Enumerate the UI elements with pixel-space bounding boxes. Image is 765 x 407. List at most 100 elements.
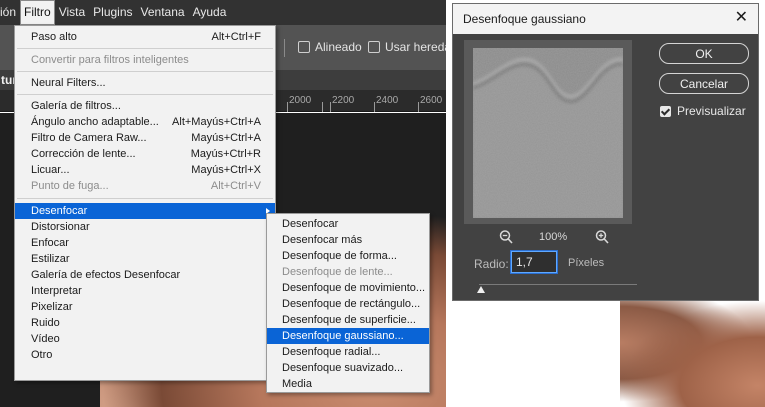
submenu-item-desenfocar[interactable]: Desenfocar	[267, 216, 429, 232]
menu-item-label: Ángulo ancho adaptable...	[31, 116, 159, 128]
menu-item-label: Neural Filters...	[31, 77, 106, 89]
menu-item-label: Desenfoque de forma...	[282, 250, 397, 262]
menu-item-label: Otro	[31, 349, 53, 361]
menu-vista[interactable]: Vista	[55, 0, 89, 25]
menu-bar: ión Filtro Vista Plugins Ventana Ayuda	[0, 0, 446, 25]
menu-item-label: Paso alto	[31, 31, 77, 43]
radius-slider-thumb[interactable]	[476, 286, 485, 293]
submenu-item-desenfoque-suavizado[interactable]: Desenfoque suavizado...	[267, 360, 429, 376]
menu-item-shortcut: Mayús+Ctrl+A	[191, 132, 261, 144]
preview-checkbox[interactable]: Previsualizar	[660, 104, 746, 118]
close-icon[interactable]: ✕	[735, 10, 748, 26]
submenu-item-desenfoque-forma[interactable]: Desenfoque de forma...	[267, 248, 429, 264]
menu-item-label: Distorsionar	[31, 221, 90, 233]
aligned-checkbox[interactable]: Alineado	[298, 40, 362, 54]
menu-item-desenfocar[interactable]: Desenfocar	[15, 203, 275, 219]
menu-item-camera-raw[interactable]: Filtro de Camera Raw... Mayús+Ctrl+A	[15, 130, 275, 146]
menu-item-label: Vídeo	[31, 333, 60, 345]
menu-item-paso-alto[interactable]: Paso alto Alt+Ctrl+F	[15, 29, 275, 45]
menu-item-interpretar[interactable]: Interpretar	[15, 283, 275, 299]
ruler-label: 2400	[376, 95, 399, 106]
ruler-tick	[330, 102, 331, 112]
ruler-tick	[418, 102, 419, 112]
gaussian-blur-dialog: Desenfoque gaussiano ✕ 100% Radio: 1,7 P…	[452, 3, 759, 301]
menu-item-label: Enfocar	[31, 237, 69, 249]
menu-item-pixelizar[interactable]: Pixelizar	[15, 299, 275, 315]
submenu-item-desenfoque-superficie[interactable]: Desenfoque de superficie...	[267, 312, 429, 328]
menu-ventana[interactable]: Ventana	[137, 0, 189, 25]
preview-texture	[473, 48, 623, 218]
menu-item-otro[interactable]: Otro	[15, 347, 275, 363]
radius-input[interactable]	[510, 250, 558, 274]
submenu-item-desenfoque-rectangulo[interactable]: Desenfoque de rectángulo...	[267, 296, 429, 312]
aligned-label: Alineado	[315, 40, 362, 54]
menu-edicion[interactable]: ión	[0, 0, 20, 25]
checkbox-box	[298, 41, 310, 53]
sample-layers-checkbox[interactable]: Usar hereda	[368, 40, 446, 54]
menu-item-label: Desenfoque radial...	[282, 346, 381, 358]
menu-item-angulo-ancho[interactable]: Ángulo ancho adaptable... Alt+Mayús+Ctrl…	[15, 114, 275, 130]
menu-item-label: Filtro de Camera Raw...	[31, 132, 147, 144]
menu-item-ruido[interactable]: Ruido	[15, 315, 275, 331]
preview-frame	[464, 40, 632, 224]
checkbox-box	[368, 41, 380, 53]
ruler-label: 2600	[420, 95, 443, 106]
zoom-level: 100%	[539, 231, 568, 243]
blur-submenu: Desenfocar Desenfocar más Desenfoque de …	[266, 213, 430, 393]
submenu-item-desenfocar-mas[interactable]: Desenfocar más	[267, 232, 429, 248]
menu-item-label: Media	[282, 378, 312, 390]
menu-item-punto-fuga: Punto de fuga... Alt+Ctrl+V	[15, 178, 275, 194]
menu-item-label: Desenfocar	[282, 218, 339, 230]
ok-button[interactable]: OK	[659, 43, 749, 64]
menu-item-shortcut: Alt+Ctrl+V	[210, 180, 261, 192]
menu-filtro[interactable]: Filtro	[20, 0, 55, 25]
menu-separator	[17, 48, 273, 49]
menu-ayuda[interactable]: Ayuda	[189, 0, 231, 25]
cancel-button[interactable]: Cancelar	[659, 73, 749, 94]
menu-item-label: Pixelizar	[31, 301, 73, 313]
menu-item-correccion-lente[interactable]: Corrección de lente... Mayús+Ctrl+R	[15, 146, 275, 162]
menu-item-shortcut: Mayús+Ctrl+X	[191, 164, 261, 176]
menu-item-galeria-filtros[interactable]: Galería de filtros...	[15, 98, 275, 114]
menu-item-label: Convertir para filtros inteligentes	[31, 54, 189, 66]
menu-item-licuar[interactable]: Licuar... Mayús+Ctrl+X	[15, 162, 275, 178]
preview-image[interactable]	[473, 48, 623, 218]
submenu-item-desenfoque-radial[interactable]: Desenfoque radial...	[267, 344, 429, 360]
menu-item-label: Desenfoque de lente...	[282, 266, 393, 278]
submenu-item-desenfoque-movimiento[interactable]: Desenfoque de movimiento...	[267, 280, 429, 296]
menu-item-estilizar[interactable]: Estilizar	[15, 251, 275, 267]
menu-item-label: Punto de fuga...	[31, 180, 109, 192]
menu-item-label: Desenfocar	[31, 205, 88, 217]
radius-slider-track[interactable]	[479, 284, 637, 285]
dialog-titlebar: Desenfoque gaussiano ✕	[453, 4, 758, 34]
menu-item-label: Interpretar	[31, 285, 82, 297]
menu-item-label: Desenfoque de rectángulo...	[282, 298, 421, 310]
menu-item-shortcut: Alt+Ctrl+F	[211, 31, 261, 43]
menu-separator	[17, 71, 273, 72]
submenu-item-media[interactable]: Media	[267, 376, 429, 392]
menu-item-label: Estilizar	[31, 253, 70, 265]
menu-item-shortcut: Alt+Mayús+Ctrl+A	[172, 116, 261, 128]
ruler-label: 2200	[332, 95, 355, 106]
submenu-item-desenfoque-gaussiano[interactable]: Desenfoque gaussiano...	[267, 328, 429, 344]
zoom-out-icon[interactable]	[498, 229, 514, 245]
preview-label: Previsualizar	[677, 104, 746, 118]
photo-canvas-right	[620, 300, 765, 407]
ruler-label: 2000	[289, 95, 312, 106]
menu-item-label: Desenfoque suavizado...	[282, 362, 404, 374]
menu-item-galeria-efectos-desenfocar[interactable]: Galería de efectos Desenfocar	[15, 267, 275, 283]
zoom-in-icon[interactable]	[594, 229, 610, 245]
checkbox-checked-icon	[660, 105, 671, 117]
menu-item-label: Galería de efectos Desenfocar	[31, 269, 181, 281]
radius-label: Radio:	[474, 257, 509, 271]
menu-plugins[interactable]: Plugins	[89, 0, 136, 25]
menu-item-label: Desenfoque de movimiento...	[282, 282, 426, 294]
radius-unit: Píxeles	[568, 257, 605, 269]
menu-separator	[17, 94, 273, 95]
menu-item-distorsionar[interactable]: Distorsionar	[15, 219, 275, 235]
dialog-title: Desenfoque gaussiano	[463, 12, 586, 26]
menu-item-enfocar[interactable]: Enfocar	[15, 235, 275, 251]
menu-item-neural-filters[interactable]: Neural Filters...	[15, 75, 275, 91]
menu-item-label: Ruido	[31, 317, 60, 329]
menu-item-video[interactable]: Vídeo	[15, 331, 275, 347]
